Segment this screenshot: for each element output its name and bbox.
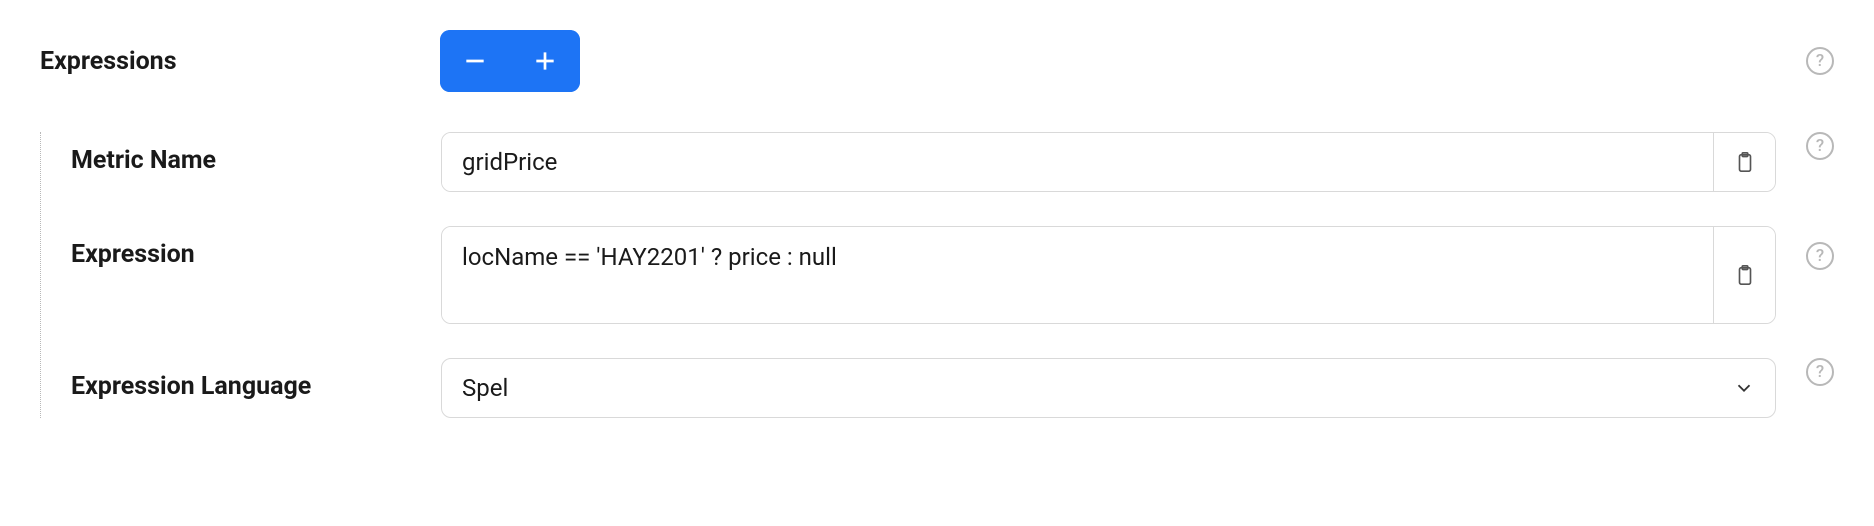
expression-clipboard-button[interactable] — [1713, 227, 1775, 323]
plus-icon — [532, 48, 558, 74]
fields-container: Metric Name ? Expression — [40, 132, 1834, 418]
metric-name-row: Metric Name ? — [71, 132, 1834, 192]
help-icon[interactable]: ? — [1806, 358, 1834, 386]
metric-name-input[interactable] — [442, 133, 1713, 191]
add-remove-button-group — [440, 30, 580, 92]
expression-label: Expression — [71, 226, 441, 269]
metric-name-clipboard-button[interactable] — [1713, 133, 1775, 191]
help-icon[interactable]: ? — [1806, 47, 1834, 75]
expression-language-row: Expression Language Spel ? — [71, 358, 1834, 418]
add-expression-button[interactable] — [510, 30, 580, 92]
metric-name-label: Metric Name — [71, 132, 441, 175]
section-header: Expressions ? — [40, 30, 1834, 92]
remove-expression-button[interactable] — [440, 30, 510, 92]
section-title: Expressions — [40, 47, 440, 76]
expression-input-group — [441, 226, 1776, 324]
help-icon[interactable]: ? — [1806, 132, 1834, 160]
chevron-down-icon — [1733, 377, 1755, 399]
expression-language-label: Expression Language — [71, 358, 441, 401]
minus-icon — [462, 48, 488, 74]
expression-language-select[interactable]: Spel — [441, 358, 1776, 418]
expression-row: Expression ? — [71, 226, 1834, 324]
clipboard-icon — [1734, 262, 1756, 288]
help-icon[interactable]: ? — [1806, 242, 1834, 270]
metric-name-input-group — [441, 132, 1776, 192]
expression-input[interactable] — [442, 227, 1713, 323]
expression-language-value: Spel — [462, 374, 1733, 402]
clipboard-icon — [1734, 149, 1756, 175]
